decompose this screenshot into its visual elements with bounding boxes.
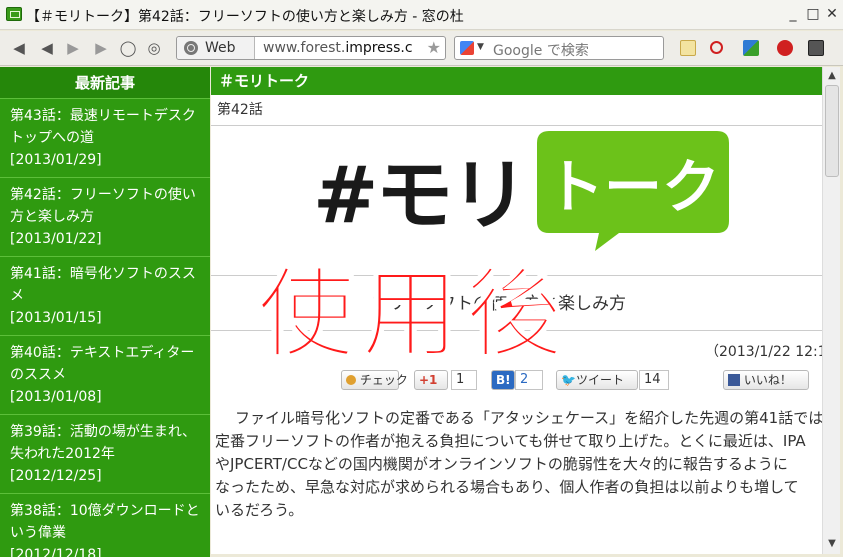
overlay-caption: 使用後 (256, 257, 570, 373)
close-button[interactable]: ✕ (823, 5, 841, 23)
forward-double-icon[interactable]: ▶ (92, 39, 110, 57)
search-bar[interactable]: ▼ Google で検索 (454, 36, 664, 60)
address-bar[interactable]: Web www.forest.impress.c ★ (176, 36, 446, 60)
url-text[interactable]: www.forest.impress.c (263, 40, 421, 56)
sidebar-article-link[interactable]: 第42話：フリーソフトの使い方と楽しみ方 [2013/01/22] (0, 178, 210, 257)
scrollbar-thumb[interactable] (825, 85, 839, 177)
episode-label: 第42話 (217, 102, 263, 118)
scroll-down-icon[interactable]: ▼ (825, 537, 839, 551)
body-line: やJPCERT/CCなどの国内機関がオンラインソフトの脆弱性を大々的に報告するよ… (215, 455, 788, 473)
sidebar-article-title[interactable]: 第43話：最速リモートデスクトップへの道 (10, 105, 202, 149)
logo-bubble: トーク (537, 131, 729, 251)
sidebar-article-link[interactable]: 第39話：活動の場が生まれ、失われた2012年 [2012/12/25] (0, 415, 210, 494)
logo-text: #モリ (313, 151, 528, 241)
bookmark-star-icon[interactable]: ★ (427, 38, 441, 57)
browser-toolbar: ◀ ◀ ▶ ▶ ◯ ◎ Web www.forest.impress.c ★ ▼… (0, 31, 843, 66)
article-body: ファイル暗号化ソフトの定番である「アタッシェケース」を紹介した先週の第41話では… (215, 407, 822, 522)
check-button[interactable]: チェック (341, 370, 408, 390)
forward-icon[interactable]: ◀ (38, 39, 56, 57)
body-line: 定番フリーソフトの作者が抱える負担についても併せて取り上げた。とくに最近は、IP… (215, 432, 806, 450)
sidebar-article-link[interactable]: 第41話：暗号化ソフトのススメ [2013/01/15] (0, 257, 210, 336)
article-date: （2013/1/22 12:13 (705, 344, 822, 360)
sidebar-article-link[interactable]: 第43話：最速リモートデスクトップへの道 [2013/01/29] (0, 99, 210, 178)
search-engine-dropdown-icon[interactable]: ▼ (477, 42, 484, 52)
scroll-up-icon[interactable]: ▲ (825, 69, 839, 83)
search-input[interactable]: Google で検索 (493, 40, 589, 60)
divider (211, 125, 822, 126)
back-icon[interactable]: ◀ (10, 39, 28, 57)
title-bar: 【＃モリトーク】第42話：フリーソフトの使い方と楽しみ方 - 窓の杜 _ □ ✕ (0, 0, 843, 30)
sidebar-article-date: [2012/12/18] (10, 547, 102, 557)
tweet-label: ツイート (575, 373, 624, 387)
sidebar: 最新記事 第43話：最速リモートデスクトップへの道 [2013/01/29] 第… (0, 67, 210, 557)
hatena-count: 2 (515, 370, 543, 390)
check-icon (346, 375, 356, 385)
sidebar-article-title[interactable]: 第39話：活動の場が生まれ、失われた2012年 (10, 421, 202, 465)
vertical-scrollbar[interactable]: ▲ ▼ (822, 67, 840, 554)
tweet-button[interactable]: 🐦ツイート (556, 370, 638, 390)
reload-icon[interactable]: ◯ (119, 39, 137, 57)
sidebar-article-date: [2012/12/25] (10, 468, 102, 484)
check-label: チェック (359, 373, 408, 387)
web-badge[interactable]: Web (177, 37, 255, 59)
app-icon (6, 7, 22, 21)
translate-icon[interactable] (743, 40, 759, 56)
gplus-count: 1 (451, 370, 477, 390)
sidebar-article-date: [2013/01/22] (10, 231, 102, 247)
article-content: ＃モリトーク 第42話 #モリ トーク フリーソフトの使い方と楽しみ方 使用後 … (211, 67, 822, 554)
sidebar-article-title[interactable]: 第41話：暗号化ソフトのススメ (10, 263, 202, 307)
body-line: ファイル暗号化ソフトの定番である「アタッシェケース」を紹介した先週の第41話では… (235, 409, 822, 427)
like-label: いいね！ (743, 373, 792, 387)
restore-button[interactable]: □ (804, 5, 822, 23)
hatena-bookmark-button[interactable]: B! (491, 370, 515, 390)
sidebar-article-date: [2013/01/08] (10, 389, 102, 405)
window-title: 【＃モリトーク】第42話：フリーソフトの使い方と楽しみ方 - 窓の杜 (26, 9, 464, 25)
section-header: ＃モリトーク (211, 67, 822, 95)
google-icon[interactable] (460, 41, 474, 55)
tweet-count: 14 (639, 370, 669, 390)
settings-icon[interactable] (808, 40, 824, 56)
sidebar-article-title[interactable]: 第40話：テキストエディターのススメ (10, 342, 202, 386)
facebook-icon (728, 374, 740, 386)
logo-bubble-text: トーク (546, 153, 720, 221)
globe-icon (184, 41, 198, 55)
minimize-button[interactable]: _ (784, 5, 802, 23)
home-icon[interactable]: ◎ (145, 39, 163, 57)
sidebar-article-link[interactable]: 第40話：テキストエディターのススメ [2013/01/08] (0, 336, 210, 415)
sidebar-article-date: [2013/01/29] (10, 152, 102, 168)
sidebar-article-date: [2013/01/15] (10, 310, 102, 326)
zoom-icon[interactable] (710, 41, 723, 54)
note-icon[interactable] (680, 40, 696, 56)
gplus-button[interactable]: +1 (414, 370, 448, 390)
sidebar-article-link[interactable]: 第38話：10億ダウンロードという偉業 [2012/12/18] (0, 494, 210, 557)
body-line: いるだろう。 (215, 501, 304, 519)
twitter-icon: 🐦 (561, 373, 576, 387)
sidebar-header: 最新記事 (0, 67, 210, 99)
web-label: Web (205, 40, 236, 56)
facebook-like-button[interactable]: いいね！ (723, 370, 809, 390)
body-line: なったため、早急な対応が求められる場合もあり、個人作者の負担は以前よりも増して (215, 478, 799, 496)
sidebar-article-title[interactable]: 第42話：フリーソフトの使い方と楽しみ方 (10, 184, 202, 228)
adblock-icon[interactable] (777, 40, 793, 56)
sidebar-article-title[interactable]: 第38話：10億ダウンロードという偉業 (10, 500, 202, 544)
forward-alt-icon[interactable]: ▶ (64, 39, 82, 57)
